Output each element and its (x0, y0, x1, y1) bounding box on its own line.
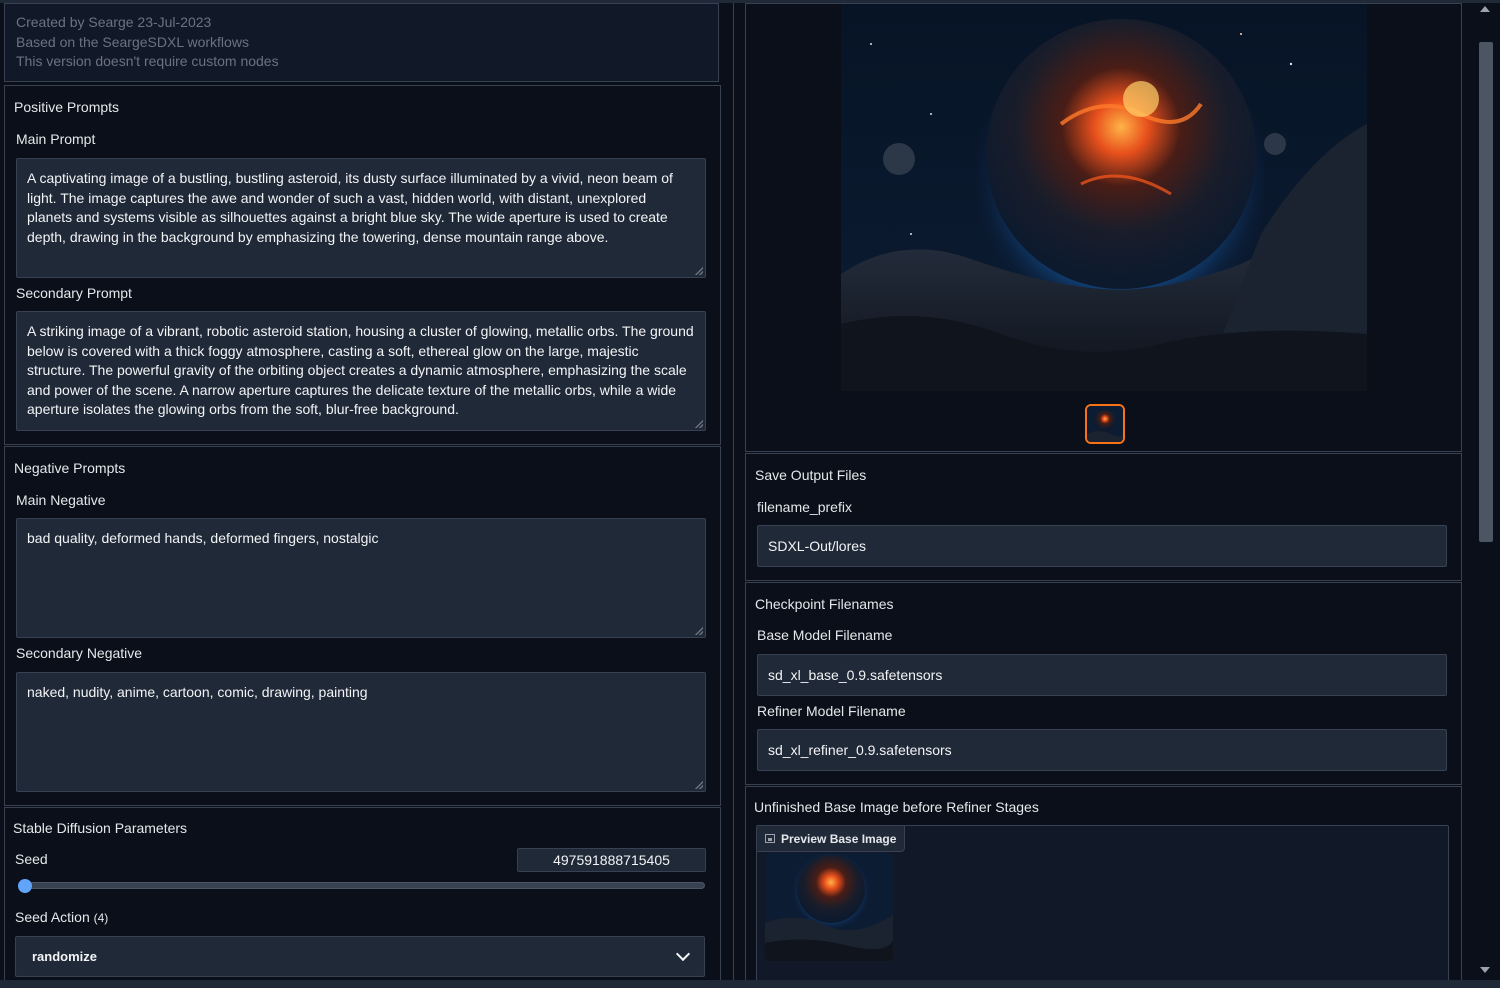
seed-label: Seed (15, 851, 48, 867)
preview-base-image-box: Preview Base Image (756, 825, 1449, 980)
preview-base-image-label: Preview Base Image (781, 831, 897, 846)
seed-input[interactable]: 497591888715405 (517, 848, 706, 872)
seed-slider-track[interactable] (22, 882, 705, 889)
info-panel: Created by Searge 23-Jul-2023 Based on t… (4, 3, 719, 82)
seed-action-dropdown[interactable]: randomize (15, 936, 705, 977)
main-prompt-text: A captivating image of a bustling, bustl… (27, 170, 673, 245)
secondary-prompt-textarea[interactable]: A striking image of a vibrant, robotic a… (16, 311, 706, 431)
scrollbar-thumb[interactable] (1479, 42, 1493, 542)
base-model-value: sd_xl_base_0.9.safetensors (768, 667, 943, 683)
secondary-prompt-label: Secondary Prompt (16, 285, 132, 301)
seed-value: 497591888715405 (553, 852, 670, 868)
base-model-label: Base Model Filename (757, 627, 893, 643)
secondary-negative-label: Secondary Negative (16, 645, 143, 661)
negative-prompts-group: Negative Prompts Main Negative bad quali… (4, 446, 721, 806)
main-negative-text: bad quality, deformed hands, deformed fi… (27, 530, 379, 546)
filename-prefix-label: filename_prefix (757, 499, 852, 515)
bottom-bar (0, 980, 1500, 988)
preview-base-image-tag: Preview Base Image (757, 826, 906, 852)
seed-action-label-text: Seed Action (15, 909, 90, 925)
negative-prompts-title: Negative Prompts (14, 460, 126, 476)
left-column: Created by Searge 23-Jul-2023 Based on t… (4, 3, 721, 980)
filename-prefix-value: SDXL-Out/lores (768, 538, 867, 554)
main-negative-label: Main Negative (16, 492, 106, 508)
positive-prompts-group: Positive Prompts Main Prompt A captivati… (4, 85, 721, 445)
seed-action-label: Seed Action (4) (15, 909, 108, 925)
secondary-negative-textarea[interactable]: naked, nudity, anime, cartoon, comic, dr… (16, 672, 706, 792)
asteroid-thumbnail-art (1087, 406, 1123, 442)
main-prompt-label: Main Prompt (16, 131, 96, 147)
column-divider (733, 3, 734, 980)
base-model-input[interactable]: sd_xl_base_0.9.safetensors (757, 654, 1447, 696)
sd-parameters-title: Stable Diffusion Parameters (13, 820, 188, 836)
secondary-negative-text: naked, nudity, anime, cartoon, comic, dr… (27, 684, 368, 700)
main-prompt-textarea[interactable]: A captivating image of a bustling, bustl… (16, 158, 706, 278)
resize-handle-icon[interactable] (695, 627, 703, 635)
refiner-model-value: sd_xl_refiner_0.9.safetensors (768, 742, 952, 758)
save-output-group: Save Output Files filename_prefix SDXL-O… (745, 453, 1462, 581)
info-line-created: Created by Searge 23-Jul-2023 (16, 14, 212, 30)
filename-prefix-input[interactable]: SDXL-Out/lores (757, 525, 1447, 567)
checkpoint-filenames-title: Checkpoint Filenames (755, 596, 894, 612)
asteroid-thumbnail[interactable] (1085, 404, 1125, 444)
asteroid-image[interactable] (841, 4, 1367, 391)
chevron-down-icon (675, 946, 691, 961)
image-icon (765, 834, 775, 843)
refiner-model-label: Refiner Model Filename (757, 703, 906, 719)
preview-base-image[interactable] (765, 853, 893, 961)
info-line-based: Based on the SeargeSDXL workflows (16, 33, 249, 50)
secondary-prompt-text: A striking image of a vibrant, robotic a… (27, 323, 694, 417)
resize-handle-icon[interactable] (695, 267, 703, 275)
seed-slider-thumb[interactable] (18, 879, 32, 893)
save-output-title: Save Output Files (755, 467, 867, 483)
seed-action-count: (4) (93, 911, 109, 925)
unfinished-base-title: Unfinished Base Image before Refiner Sta… (754, 799, 1039, 815)
main-negative-textarea[interactable]: bad quality, deformed hands, deformed fi… (16, 518, 706, 638)
info-line-nodes: This version doesn't require custom node… (16, 53, 279, 69)
seed-action-value: randomize (32, 949, 98, 964)
checkpoint-filenames-group: Checkpoint Filenames Base Model Filename… (745, 582, 1462, 785)
asteroid-image-art (841, 4, 1367, 391)
scroll-down-icon[interactable] (1480, 967, 1490, 973)
resize-handle-icon[interactable] (695, 781, 703, 789)
right-column: Save Output Files filename_prefix SDXL-O… (745, 3, 1462, 980)
output-gallery (745, 3, 1462, 452)
scroll-up-icon[interactable] (1480, 6, 1490, 12)
preview-base-image-art (765, 853, 893, 961)
positive-prompts-title: Positive Prompts (14, 99, 120, 115)
refiner-model-input[interactable]: sd_xl_refiner_0.9.safetensors (757, 729, 1447, 771)
resize-handle-icon[interactable] (695, 420, 703, 428)
